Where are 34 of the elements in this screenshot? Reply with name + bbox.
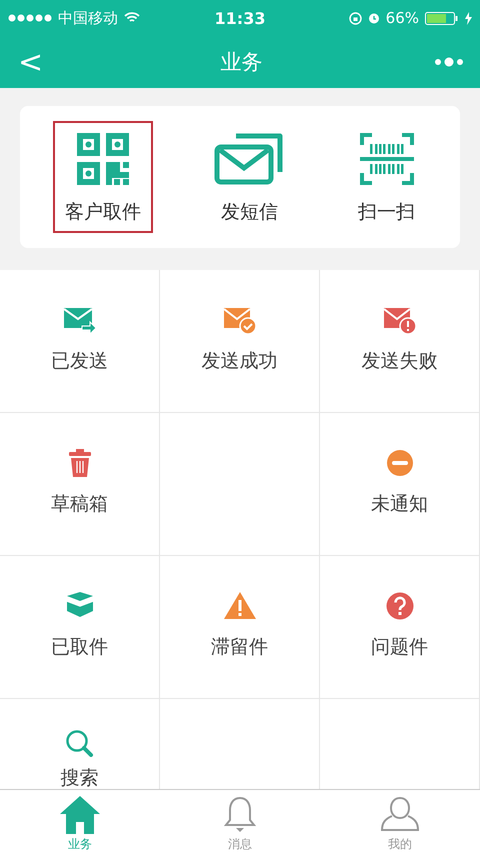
quick-action[interactable]: 客户取件: [52, 121, 153, 233]
bell-icon: [224, 796, 256, 834]
menu-tile[interactable]: 已发送: [0, 270, 160, 413]
page-title: 业务: [220, 49, 263, 76]
wifi-icon: [124, 12, 140, 24]
barcode-scan-icon: [360, 133, 414, 185]
signal-icon: [8, 14, 52, 22]
envelope-check-icon: [224, 306, 256, 334]
envelopes-icon: [214, 133, 284, 185]
carrier-name: 中国移动: [58, 8, 118, 28]
warning-icon: [224, 592, 256, 620]
envelope-alert-icon: [384, 306, 416, 334]
charging-icon: [465, 12, 472, 24]
home-icon: [60, 796, 100, 834]
quick-action[interactable]: 扫一扫: [346, 121, 428, 233]
clock-time: 11:33: [214, 8, 266, 28]
menu-tile[interactable]: 发送失败: [320, 270, 480, 413]
battery-icon: [425, 12, 459, 24]
battery-percent: 66%: [386, 9, 419, 27]
menu-tile[interactable]: 草稿箱: [0, 413, 160, 556]
search-icon: [64, 729, 96, 757]
question-icon: [384, 592, 416, 620]
menu-tile[interactable]: 问题件: [320, 556, 480, 699]
qr-code-icon: [76, 133, 129, 185]
envelope-arrow-icon: [64, 306, 96, 334]
alarm-icon: [368, 12, 380, 24]
menu-tile[interactable]: 未通知: [320, 413, 480, 556]
menu-tile[interactable]: 已取件: [0, 556, 160, 699]
quick-action[interactable]: 发短信: [202, 121, 296, 233]
menu-tile[interactable]: 滞留件: [160, 556, 320, 699]
person-icon: [380, 796, 420, 834]
more-icon[interactable]: [434, 57, 464, 67]
rotation-lock-icon: [348, 12, 362, 24]
menu-tile[interactable]: 发送成功: [160, 270, 320, 413]
